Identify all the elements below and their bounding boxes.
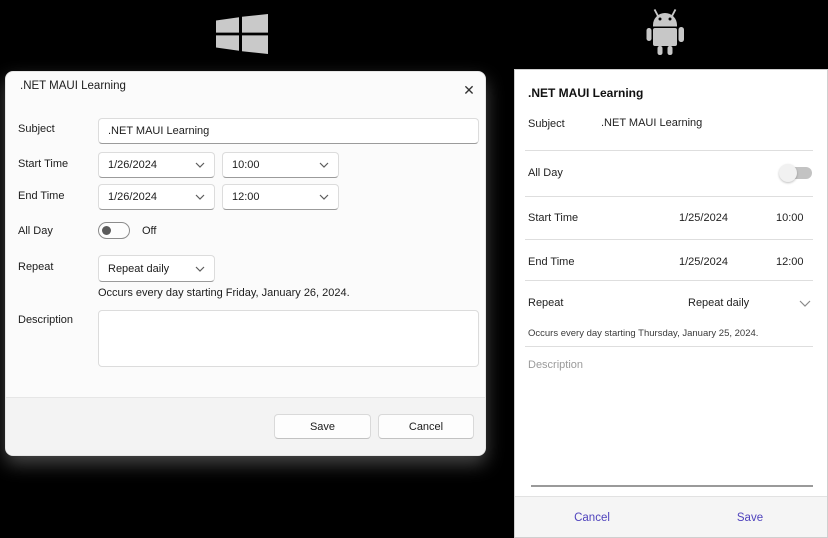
- close-button[interactable]: ✕: [456, 77, 482, 103]
- end-time-label: End Time: [528, 256, 575, 268]
- repeat-label: Repeat: [528, 297, 564, 309]
- start-date-value: 1/26/2024: [108, 159, 157, 171]
- divider: [525, 239, 813, 240]
- all-day-label: All Day: [528, 167, 563, 179]
- android-logo-icon: [646, 9, 684, 55]
- end-time-value[interactable]: 12:00: [776, 256, 804, 268]
- chevron-down-icon: [195, 194, 205, 200]
- dialog-title: .NET MAUI Learning: [20, 80, 126, 92]
- android-appointment-editor: .NET MAUI Learning Subject .NET MAUI Lea…: [514, 69, 828, 538]
- end-date-combobox[interactable]: 1/26/2024: [98, 184, 215, 210]
- start-time-value[interactable]: 10:00: [776, 212, 804, 224]
- start-time-value: 10:00: [232, 159, 260, 171]
- end-date-value: 1/26/2024: [108, 191, 157, 203]
- end-time-value: 12:00: [232, 191, 260, 203]
- cancel-button[interactable]: Cancel: [378, 414, 474, 439]
- recurrence-summary: Occurs every day starting Friday, Januar…: [98, 287, 350, 299]
- switch-thumb: [779, 164, 797, 182]
- all-day-switch[interactable]: [779, 164, 812, 182]
- windows-logo-icon: [216, 14, 268, 54]
- all-day-state: Off: [142, 225, 157, 237]
- end-time-label: End Time: [18, 190, 65, 202]
- repeat-label: Repeat: [18, 261, 54, 273]
- chevron-down-icon: [195, 162, 205, 168]
- end-time-combobox[interactable]: 12:00: [222, 184, 339, 210]
- save-button[interactable]: Save: [705, 497, 795, 537]
- subject-label: Subject: [528, 118, 565, 130]
- chevron-down-icon[interactable]: [799, 300, 811, 307]
- chevron-down-icon: [195, 266, 205, 272]
- chevron-down-icon: [319, 162, 329, 168]
- start-date-combobox[interactable]: 1/26/2024: [98, 152, 215, 178]
- repeat-value: Repeat daily: [108, 262, 170, 275]
- start-time-combobox[interactable]: 10:00: [222, 152, 339, 178]
- divider: [525, 150, 813, 151]
- end-date-value[interactable]: 1/25/2024: [679, 256, 728, 268]
- all-day-label: All Day: [18, 225, 53, 237]
- start-date-value[interactable]: 1/25/2024: [679, 212, 728, 224]
- divider: [525, 346, 813, 347]
- chevron-down-icon: [319, 194, 329, 200]
- repeat-value[interactable]: Repeat daily: [688, 297, 749, 309]
- divider: [525, 196, 813, 197]
- description-field-underline: [531, 485, 813, 487]
- toggle-knob: [102, 226, 111, 235]
- repeat-combobox[interactable]: Repeat daily: [98, 255, 215, 282]
- close-icon: ✕: [463, 81, 475, 98]
- cancel-button[interactable]: Cancel: [547, 497, 637, 537]
- recurrence-summary: Occurs every day starting Thursday, Janu…: [528, 328, 759, 339]
- description-placeholder[interactable]: Description: [528, 359, 583, 371]
- subject-value[interactable]: .NET MAUI Learning: [601, 117, 702, 129]
- windows-appointment-dialog: .NET MAUI Learning ✕ Subject Start Time …: [5, 71, 486, 456]
- description-label: Description: [18, 314, 74, 326]
- all-day-toggle[interactable]: [98, 222, 130, 239]
- start-time-label: Start Time: [18, 158, 69, 170]
- divider: [525, 280, 813, 281]
- dialog-footer: Save Cancel: [6, 397, 485, 455]
- subject-input[interactable]: [98, 118, 479, 144]
- editor-title: .NET MAUI Learning: [528, 86, 644, 100]
- subject-label: Subject: [18, 123, 55, 135]
- start-time-label: Start Time: [528, 212, 579, 224]
- editor-footer: Cancel Save: [515, 496, 827, 537]
- description-textarea[interactable]: [98, 310, 479, 367]
- save-button[interactable]: Save: [274, 414, 371, 439]
